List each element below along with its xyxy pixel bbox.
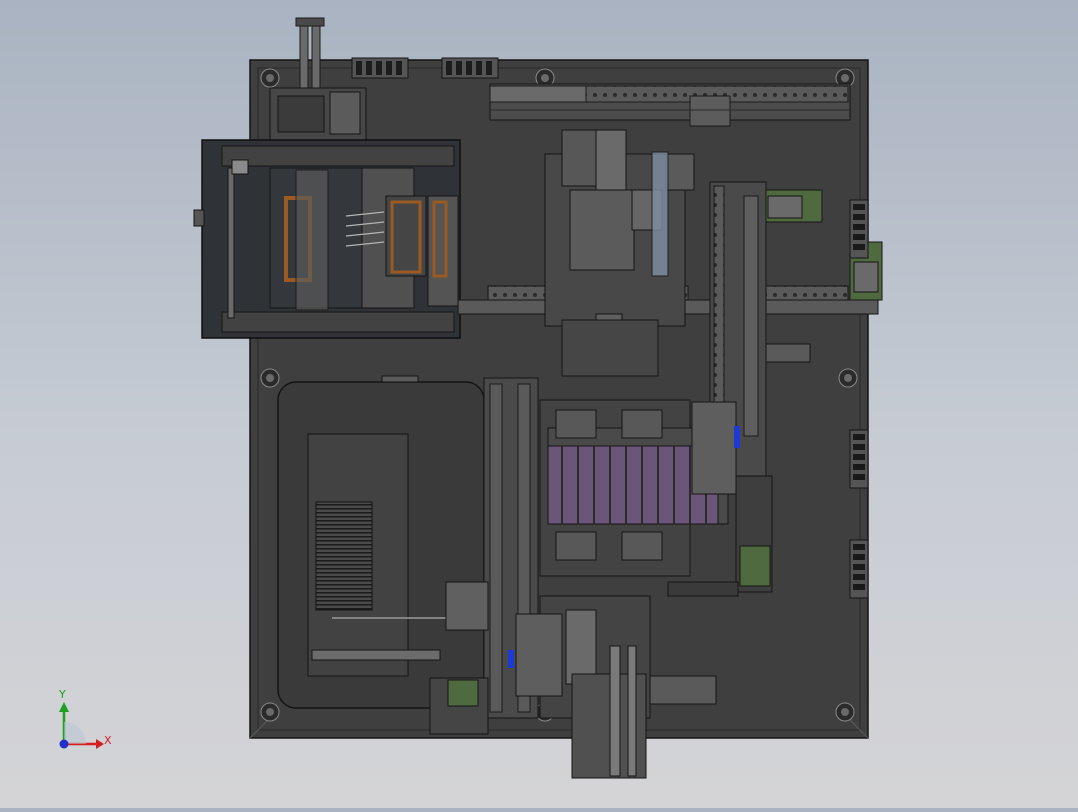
machine-assembly-top-view[interactable]: X Y <box>0 0 1078 808</box>
triad-x-label: X <box>104 734 112 747</box>
top-linear-rail[interactable] <box>489 83 851 127</box>
triad-x-arrow-icon <box>96 739 104 749</box>
triad-y-arrow-icon <box>59 702 69 712</box>
cad-viewport[interactable]: X Y <box>0 0 1078 808</box>
lower-left-bin[interactable] <box>277 375 485 709</box>
mounting-hole-icon <box>835 702 855 722</box>
mounting-hole-icon <box>260 68 280 88</box>
triad-z-axis-icon <box>59 739 69 749</box>
mounting-hole-icon <box>260 368 280 388</box>
triad-y-label: Y <box>58 688 66 701</box>
upper-left-actuator[interactable] <box>269 87 367 141</box>
coordinate-triad: X Y <box>58 688 112 749</box>
left-feeder-module[interactable] <box>193 139 461 339</box>
center-tray-array[interactable] <box>539 399 773 593</box>
mounting-hole-icon <box>838 368 858 388</box>
triad-arc-icon <box>64 722 86 744</box>
mounting-hole-icon <box>260 702 280 722</box>
